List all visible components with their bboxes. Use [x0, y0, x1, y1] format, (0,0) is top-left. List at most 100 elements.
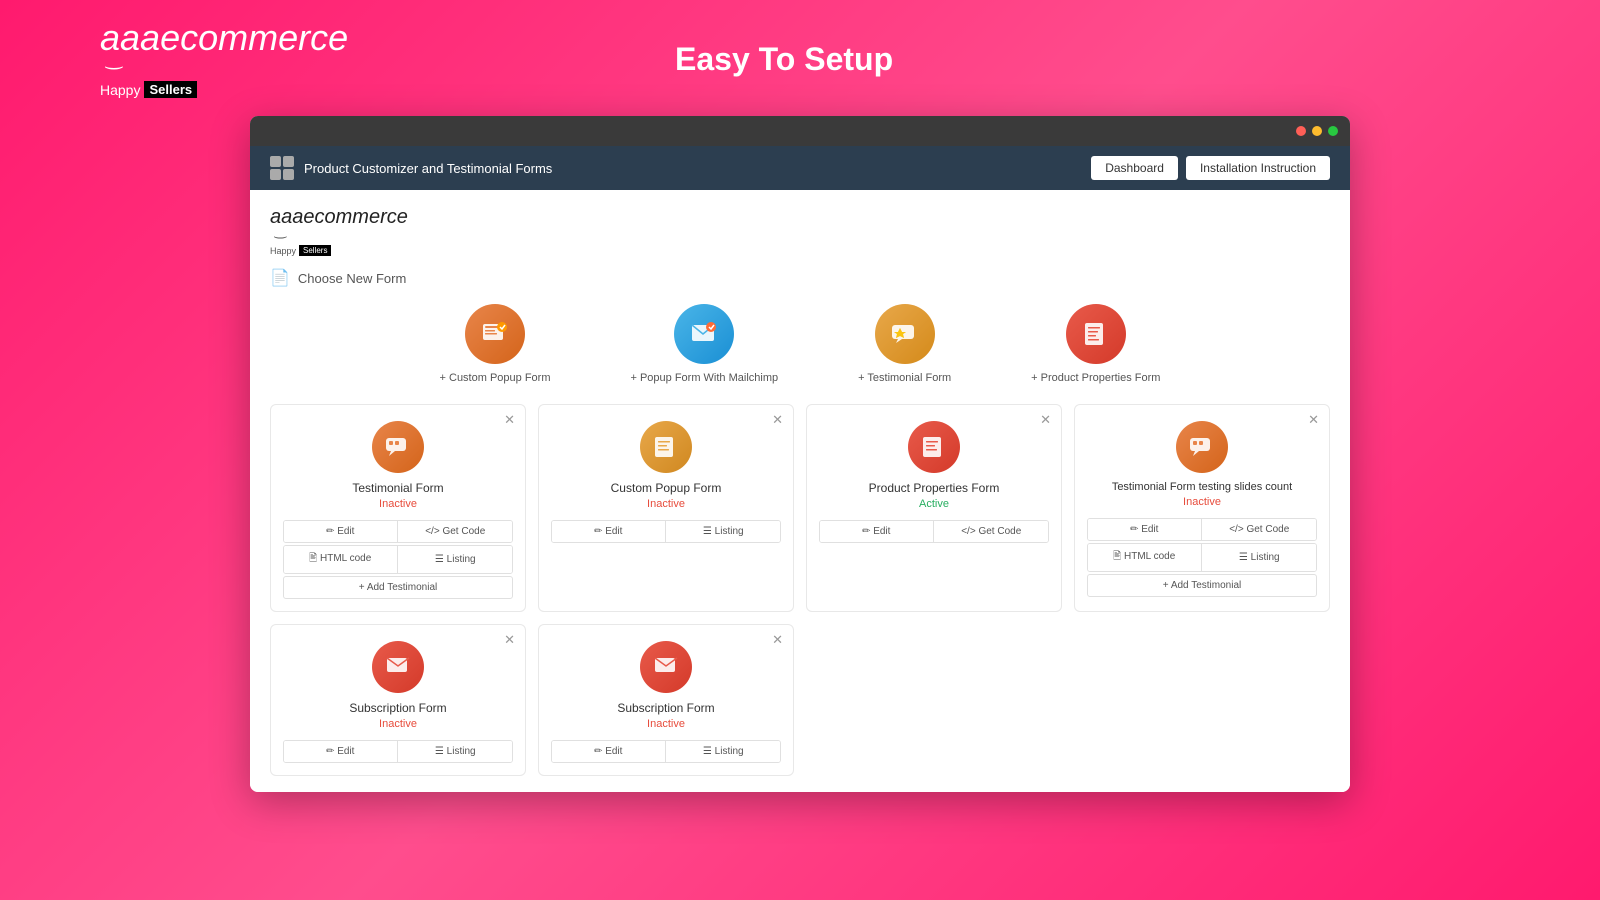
- form-cards-row1: ✕ Testimonial Form Inactive ✏ Edit </: [270, 404, 1330, 612]
- testimonial-icon: [875, 304, 935, 364]
- dashboard-button[interactable]: Dashboard: [1091, 156, 1178, 180]
- product-properties-label: + Product Properties Form: [1031, 372, 1160, 384]
- testimonial-test-card-icon: [1176, 421, 1228, 473]
- browser-window: Product Customizer and Testimonial Forms…: [250, 116, 1350, 792]
- testimonial-actions-row1: ✏ Edit </> Get Code: [283, 520, 513, 543]
- form-card-testimonial: ✕ Testimonial Form Inactive ✏ Edit </: [270, 404, 526, 612]
- product-props-actions: ✏ Edit </> Get Code: [819, 520, 1049, 543]
- brand-suffix: ecommerce: [160, 17, 348, 58]
- installation-instruction-button[interactable]: Installation Instruction: [1186, 156, 1330, 180]
- app-header-left: Product Customizer and Testimonial Forms: [270, 156, 552, 180]
- form-card-custom-popup: ✕ Custom Popup Form Inactive ✏ Edit ☰: [538, 404, 794, 612]
- product-properties-icon: [1066, 304, 1126, 364]
- dot-green: [1328, 126, 1338, 136]
- testimonial-card-title: Testimonial Form: [352, 481, 443, 495]
- close-testimonial-btn[interactable]: ✕: [504, 413, 515, 426]
- inner-brand-prefix: aaa: [270, 206, 303, 228]
- app-header-right: Dashboard Installation Instruction: [1091, 156, 1330, 180]
- app-header-bar: Product Customizer and Testimonial Forms…: [250, 146, 1350, 190]
- custom-popup-card-title: Custom Popup Form: [611, 481, 722, 495]
- product-props-getcode-btn[interactable]: </> Get Code: [935, 521, 1049, 542]
- happy-text: Happy: [100, 82, 140, 98]
- inner-happy-sellers: Happy Sellers: [270, 245, 331, 256]
- testimonial-test-edit-btn[interactable]: ✏ Edit: [1088, 519, 1202, 540]
- inner-brand-text: aaaecommerce: [270, 206, 1330, 229]
- close-sub1-btn[interactable]: ✕: [504, 633, 515, 646]
- inner-sellers-badge: Sellers: [299, 245, 331, 256]
- outer-brand-text: aaaecommerce: [100, 20, 348, 56]
- sub1-listing-btn[interactable]: ☰ Listing: [399, 741, 513, 762]
- close-custom-popup-btn[interactable]: ✕: [772, 413, 783, 426]
- dot-red: [1296, 126, 1306, 136]
- testimonial-test-getcode-btn[interactable]: </> Get Code: [1203, 519, 1317, 540]
- testimonial-test-htmlcode-btn[interactable]: 🖹 HTML code: [1088, 544, 1202, 571]
- custom-popup-card-status: Inactive: [647, 498, 685, 510]
- sub2-card-icon: [640, 641, 692, 693]
- sub1-card-icon: [372, 641, 424, 693]
- browser-titlebar: [250, 116, 1350, 146]
- testimonial-add-btn[interactable]: + Add Testimonial: [283, 576, 513, 599]
- choose-form-label: Choose New Form: [298, 271, 406, 286]
- brand-row: aaaecommerce ⌣ Happy Sellers Easy To Set…: [0, 20, 1600, 98]
- custom-popup-edit-btn[interactable]: ✏ Edit: [552, 521, 666, 542]
- testimonial-htmlcode-btn[interactable]: 🖹 HTML code: [284, 546, 398, 573]
- brand-logo: aaaecommerce ⌣ Happy Sellers: [100, 20, 348, 98]
- sub2-listing-btn[interactable]: ☰ Listing: [667, 741, 781, 762]
- sub2-actions: ✏ Edit ☰ Listing: [551, 740, 781, 763]
- choose-new-form[interactable]: 📄 Choose New Form: [270, 268, 1330, 288]
- browser-dots: [1296, 126, 1338, 136]
- inner-smile-icon: ⌣: [273, 229, 288, 245]
- form-type-product-properties[interactable]: + Product Properties Form: [1031, 304, 1160, 384]
- testimonial-test-card-title: Testimonial Form testing slides count: [1112, 481, 1292, 493]
- custom-popup-actions: ✏ Edit ☰ Listing: [551, 520, 781, 543]
- testimonial-listing-btn[interactable]: ☰ Listing: [399, 546, 513, 573]
- form-cards-row2: ✕ Subscription Form Inactive ✏ Edit ☰ Li…: [270, 624, 1330, 776]
- form-type-mailchimp[interactable]: + Popup Form With Mailchimp: [630, 304, 778, 384]
- app-header-title: Product Customizer and Testimonial Forms: [304, 161, 552, 176]
- custom-popup-card-icon: [640, 421, 692, 473]
- form-types-row: + Custom Popup Form + Popup Form With Ma…: [270, 304, 1330, 384]
- brand-prefix: aaa: [100, 17, 160, 58]
- dot-yellow: [1312, 126, 1322, 136]
- sub1-edit-btn[interactable]: ✏ Edit: [284, 741, 398, 762]
- smile-icon: ⌣: [103, 56, 124, 77]
- testimonial-actions-row2: 🖹 HTML code ☰ Listing: [283, 545, 513, 574]
- product-props-card-status: Active: [919, 498, 949, 510]
- app-content: Product Customizer and Testimonial Forms…: [250, 146, 1350, 792]
- sub1-actions: ✏ Edit ☰ Listing: [283, 740, 513, 763]
- close-product-props-btn[interactable]: ✕: [1040, 413, 1051, 426]
- testimonial-edit-btn[interactable]: ✏ Edit: [284, 521, 398, 542]
- form-card-product-props: ✕ Product Properties Form Active ✏ Edit: [806, 404, 1062, 612]
- testimonial-test-add-btn[interactable]: + Add Testimonial: [1087, 574, 1317, 597]
- product-props-edit-btn[interactable]: ✏ Edit: [820, 521, 934, 542]
- close-sub2-btn[interactable]: ✕: [772, 633, 783, 646]
- testimonial-test-actions-row1: ✏ Edit </> Get Code: [1087, 518, 1317, 541]
- close-testimonial-test-btn[interactable]: ✕: [1308, 413, 1319, 426]
- testimonial-test-listing-btn[interactable]: ☰ Listing: [1203, 544, 1317, 571]
- testimonial-label: + Testimonial Form: [858, 372, 951, 384]
- sub1-card-status: Inactive: [379, 718, 417, 730]
- sub2-card-title: Subscription Form: [617, 701, 714, 715]
- page-title: Easy To Setup: [348, 41, 1220, 78]
- mailchimp-icon: [674, 304, 734, 364]
- testimonial-getcode-btn[interactable]: </> Get Code: [399, 521, 513, 542]
- sub2-edit-btn[interactable]: ✏ Edit: [552, 741, 666, 762]
- outer-happy-sellers: Happy Sellers: [100, 81, 197, 98]
- form-card-sub1: ✕ Subscription Form Inactive ✏ Edit ☰ Li…: [270, 624, 526, 776]
- inner-app-body: aaaecommerce ⌣ Happy Sellers 📄 Choose Ne…: [250, 190, 1350, 792]
- mailchimp-label: + Popup Form With Mailchimp: [630, 372, 778, 384]
- inner-brand: aaaecommerce ⌣ Happy Sellers: [270, 206, 1330, 256]
- product-props-card-icon: [908, 421, 960, 473]
- inner-brand-suffix: ecommerce: [303, 206, 407, 228]
- testimonial-card-icon: [372, 421, 424, 473]
- custom-popup-icon: [465, 304, 525, 364]
- app-header-icon: [270, 156, 294, 180]
- form-type-custom-popup[interactable]: + Custom Popup Form: [440, 304, 551, 384]
- form-type-testimonial[interactable]: + Testimonial Form: [858, 304, 951, 384]
- sellers-badge: Sellers: [144, 81, 197, 98]
- product-props-card-title: Product Properties Form: [869, 481, 1000, 495]
- custom-popup-label: + Custom Popup Form: [440, 372, 551, 384]
- form-card-testimonial-test: ✕ Testimonial Form testing slides count …: [1074, 404, 1330, 612]
- testimonial-test-card-status: Inactive: [1183, 496, 1221, 508]
- custom-popup-listing-btn[interactable]: ☰ Listing: [667, 521, 781, 542]
